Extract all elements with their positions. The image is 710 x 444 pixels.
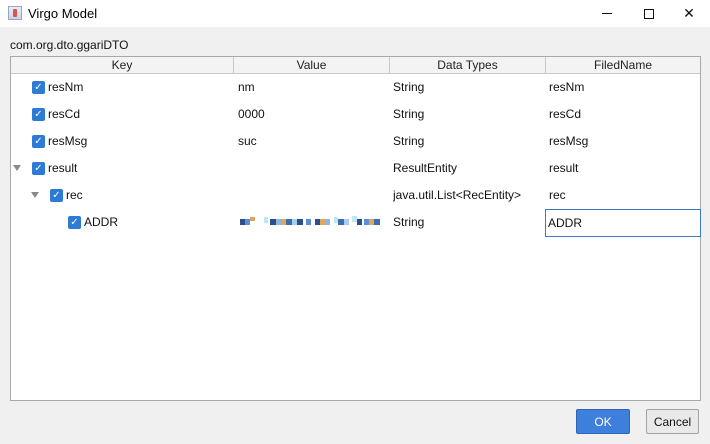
filed-name-cell[interactable]: rec [549, 182, 699, 209]
masked-value[interactable] [240, 216, 380, 227]
table-row[interactable]: ✓ rec java.util.List<RecEntity> rec [11, 182, 700, 209]
column-header-data-types[interactable]: Data Types [390, 57, 546, 74]
table-row[interactable]: ✓ resMsg suc String resMsg [11, 128, 700, 155]
data-type-cell[interactable]: String [393, 74, 543, 101]
data-type-cell[interactable]: String [393, 209, 543, 236]
value-cell[interactable]: 0000 [238, 101, 388, 128]
row-checkbox[interactable]: ✓ [32, 135, 45, 148]
model-tree-table[interactable]: Key Value Data Types FiledName ✓ resNm n… [10, 56, 701, 401]
class-name-label: com.org.dto.ggariDTO [10, 38, 129, 52]
window-title: Virgo Model [28, 6, 98, 21]
filed-name-cell[interactable]: resMsg [549, 128, 699, 155]
maximize-icon [644, 8, 654, 19]
value-cell[interactable]: suc [238, 128, 388, 155]
row-checkbox[interactable]: ✓ [32, 108, 45, 121]
table-row[interactable]: ✓ ADDR String ADDR [11, 209, 701, 237]
title-bar: Virgo Model ✕ [0, 0, 710, 27]
table-row[interactable]: ✓ resNm nm String resNm [11, 74, 700, 101]
app-icon [8, 6, 22, 20]
data-type-cell[interactable]: java.util.List<RecEntity> [393, 182, 543, 209]
data-type-cell[interactable]: String [393, 128, 543, 155]
ok-button[interactable]: OK [576, 409, 630, 434]
filed-name-cell[interactable]: resCd [549, 101, 699, 128]
filed-name-cell[interactable]: result [549, 155, 699, 182]
value-cell[interactable] [238, 155, 388, 182]
filed-name-editor[interactable]: ADDR [545, 209, 701, 237]
close-button[interactable]: ✕ [666, 0, 710, 27]
key-label: ADDR [84, 215, 119, 229]
row-checkbox[interactable]: ✓ [68, 216, 81, 229]
minimize-icon [602, 13, 612, 14]
row-checkbox[interactable]: ✓ [50, 189, 63, 202]
table-row[interactable]: ✓ resCd 0000 String resCd [11, 101, 700, 128]
row-checkbox[interactable]: ✓ [32, 162, 45, 175]
expand-toggle-icon[interactable] [13, 165, 21, 171]
data-type-cell[interactable]: ResultEntity [393, 155, 543, 182]
column-header-key[interactable]: Key [11, 57, 234, 74]
column-header-filed-name[interactable]: FiledName [546, 57, 700, 74]
key-label: rec [66, 188, 83, 202]
column-header-value[interactable]: Value [234, 57, 390, 74]
key-label: resCd [48, 107, 81, 121]
key-label: resNm [48, 80, 84, 94]
table-header: Key Value Data Types FiledName [11, 57, 700, 74]
expand-toggle-icon[interactable] [31, 192, 39, 198]
close-icon: ✕ [683, 5, 695, 22]
data-type-cell[interactable]: String [393, 101, 543, 128]
row-checkbox[interactable]: ✓ [32, 81, 45, 94]
filed-name-cell[interactable]: resNm [549, 74, 699, 101]
key-label: result [48, 161, 78, 175]
cancel-button[interactable]: Cancel [646, 409, 699, 434]
value-cell[interactable]: nm [238, 74, 388, 101]
key-label: resMsg [48, 134, 88, 148]
table-row[interactable]: ✓ result ResultEntity result [11, 155, 700, 182]
value-cell[interactable] [238, 182, 388, 209]
minimize-button[interactable] [584, 0, 630, 27]
